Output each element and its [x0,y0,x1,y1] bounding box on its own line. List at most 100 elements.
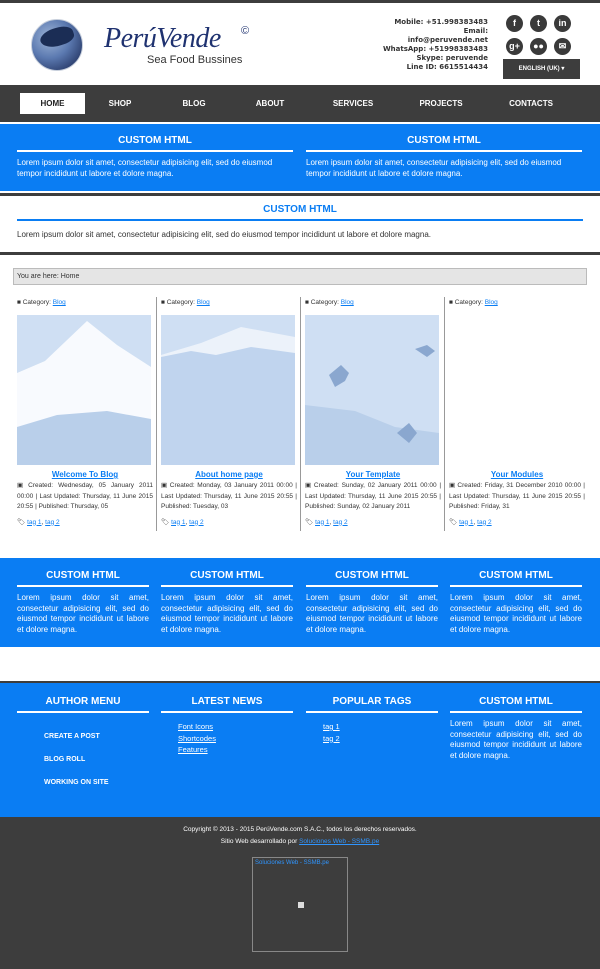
tumblr-icon[interactable]: t [530,15,547,32]
category-link[interactable]: Blog [341,299,354,306]
contact-info: Mobile: +51.998383483 Email: info@peruve… [383,18,488,72]
menu-item-blog-roll[interactable]: BLOG ROLL [44,756,149,763]
article-tags: 🏷 tag 1, tag 2 [17,518,60,526]
menu-item-working-on-site[interactable]: WORKING ON SITE [44,779,149,786]
nav-home[interactable]: HOME [20,93,85,114]
google-plus-icon[interactable]: g+ [506,38,523,55]
article-category: ■ Category: Blog [17,299,66,306]
copyright-footer: Copyright © 2013 - 2015 PerúVende.com S.… [0,817,600,969]
custom-html-module: CUSTOM HTML Lorem ipsum dolor sit amet, … [17,204,583,241]
news-link[interactable]: Font Icons [178,721,293,733]
tag-link[interactable]: tag 1 [315,519,329,526]
brand-name[interactable]: PerúVende [104,23,221,55]
article-category: ■ Category: Blog [305,299,354,306]
article-category: ■ Category: Blog [161,299,210,306]
main-nav: HOME SHOP BLOG ABOUT SERVICES PROJECTS C… [0,85,600,122]
contact-line: info@peruvende.net [407,36,488,44]
category-label: Category: [310,299,339,306]
article-image[interactable] [161,315,295,465]
contact-line: Mobile: +51.998383483 [394,18,488,26]
flickr-icon[interactable]: ●● [530,38,547,55]
module-title: POPULAR TAGS [306,696,438,713]
article-title[interactable]: About home page [161,470,297,479]
article-title[interactable]: Welcome To Blog [17,470,153,479]
custom-html-module: CUSTOM HTML Lorem ipsum dolor sit amet, … [450,570,582,635]
news-link[interactable]: Features [178,744,293,756]
custom-html-module: CUSTOM HTML Lorem ipsum dolor sit amet, … [450,696,582,761]
developer-credit: Sitio Web desarrollado por Soluciones We… [0,838,600,845]
module-text: Lorem ipsum dolor sit amet, consectetur … [161,593,293,634]
module-text: Lorem ipsum dolor sit amet, consectetur … [17,230,431,239]
developer-badge[interactable]: Soluciones Web - SSMB.pe [252,857,348,952]
custom-html-module: CUSTOM HTML Lorem ipsum dolor sit amet, … [306,570,438,635]
category-link[interactable]: Blog [197,299,210,306]
custom-html-module: CUSTOM HTML Lorem ipsum dolor sit amet, … [161,570,293,635]
nav-about[interactable]: ABOUT [249,93,291,114]
tag-link[interactable]: tag 1 [323,721,438,733]
article-image[interactable] [17,315,151,465]
article-meta: ▣ Created: Friday, 31 December 2010 00:0… [449,482,585,510]
nav-contacts[interactable]: CONTACTS [503,93,559,114]
category-link[interactable]: Blog [485,299,498,306]
tag-link[interactable]: tag 2 [333,519,347,526]
article-tags: 🏷 tag 1, tag 2 [305,518,348,526]
module-title: CUSTOM HTML [17,570,149,587]
menu-item-create-post[interactable]: CREATE A POST [44,733,149,740]
custom-html-row: CUSTOM HTML Lorem ipsum dolor sit amet, … [0,124,600,191]
column-divider [444,297,445,531]
article-image[interactable] [305,315,439,465]
badge-text[interactable]: Soluciones Web - SSMB.pe [253,858,347,868]
copyright-mark: © [241,25,250,37]
article-image[interactable] [449,315,583,465]
news-link[interactable]: Shortcodes [178,733,293,745]
meta-text: Created: Wednesday, 05 January 2011 00:0… [17,482,153,510]
module-title: CUSTOM HTML [161,570,293,587]
divider [0,193,600,196]
nav-shop[interactable]: SHOP [100,93,140,114]
author-menu: AUTHOR MENU CREATE A POST BLOG ROLL WORK… [17,696,149,786]
meta-text: Created: Monday, 03 January 2011 00:00 |… [161,482,297,510]
article-title[interactable]: Your Modules [449,470,585,479]
tag-link[interactable]: tag 1 [27,519,41,526]
nav-blog[interactable]: BLOG [172,93,216,114]
module-title: CUSTOM HTML [306,570,438,587]
meta-text: Created: Friday, 31 December 2010 00:00 … [449,482,585,510]
category-link[interactable]: Blog [53,299,66,306]
tag-link[interactable]: tag 1 [459,519,473,526]
article-tags: 🏷 tag 1, tag 2 [161,518,204,526]
tag-link[interactable]: tag 1 [171,519,185,526]
nav-projects[interactable]: PROJECTS [414,93,468,114]
linkedin-icon[interactable]: in [554,15,571,32]
popular-tags: POPULAR TAGS tag 1 tag 2 [306,696,438,744]
tag-link[interactable]: tag 2 [45,519,59,526]
tag-link[interactable]: tag 2 [323,733,438,745]
logo-globe-icon[interactable] [31,19,83,71]
developer-link[interactable]: Soluciones Web - SSMB.pe [299,838,379,845]
developer-label: Sitio Web desarrollado por [220,838,298,845]
article-title[interactable]: Your Template [305,470,441,479]
tag-link[interactable]: tag 2 [477,519,491,526]
custom-html-module: CUSTOM HTML Lorem ipsum dolor sit amet, … [17,135,293,179]
broken-image-icon [298,902,304,908]
module-text: Lorem ipsum dolor sit amet, consectetur … [306,593,438,634]
module-text: Lorem ipsum dolor sit amet, consectetur … [306,158,562,178]
mail-icon[interactable]: ✉ [554,38,571,55]
module-title: CUSTOM HTML [450,570,582,587]
tag-link[interactable]: tag 2 [189,519,203,526]
module-title: CUSTOM HTML [450,696,582,713]
language-selector[interactable]: ENGLISH (UK) ▾ [503,59,580,79]
custom-html-module: CUSTOM HTML Lorem ipsum dolor sit amet, … [17,570,149,635]
contact-line: Line ID: 6615514434 [406,63,488,71]
nav-services[interactable]: SERVICES [327,93,379,114]
contact-line: Email: [463,27,488,35]
facebook-icon[interactable]: f [506,15,523,32]
category-label: Category: [454,299,483,306]
module-title: CUSTOM HTML [17,135,293,152]
divider [0,252,600,255]
fish-icon [38,23,76,51]
custom-html-row-bottom: CUSTOM HTML Lorem ipsum dolor sit amet, … [0,558,600,647]
breadcrumb: You are here: Home [13,268,587,285]
header: PerúVende © Sea Food Bussines Mobile: +5… [0,3,600,85]
column-divider [156,297,157,531]
article-meta: ▣ Created: Monday, 03 January 2011 00:00… [161,482,297,510]
